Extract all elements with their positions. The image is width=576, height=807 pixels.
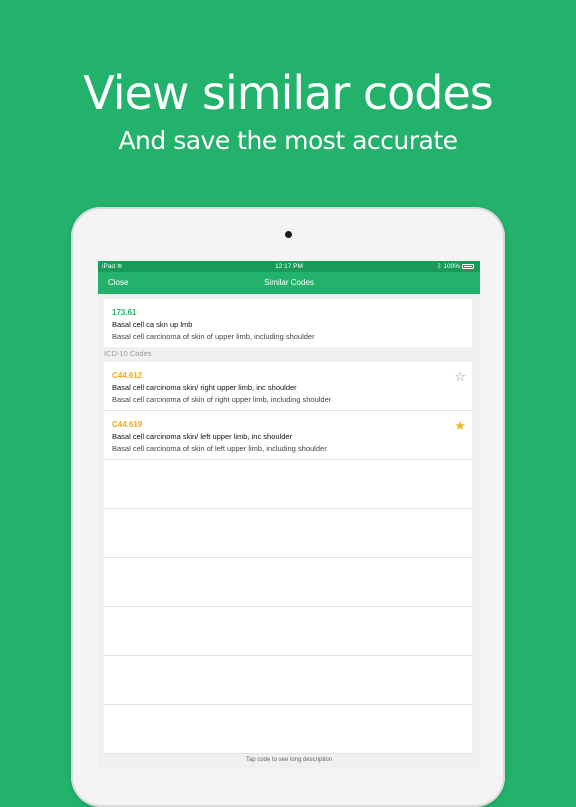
code-short-desc: Basal cell carcinoma skin/ left upper li… (112, 432, 293, 441)
empty-row (104, 460, 472, 509)
code-long-desc: Basal cell carcinoma of skin of right up… (112, 395, 332, 404)
battery-status: ᛒ 100% (437, 261, 474, 272)
empty-row (104, 558, 472, 607)
battery-icon (462, 264, 474, 269)
code-number: C44.619 (112, 420, 143, 429)
content-area: 173.61 Basal cell ca skn up lmb Basal ce… (98, 294, 480, 768)
app-screen: iPad ≋ 12:17 PM ᛒ 100% Close Similar Cod… (98, 261, 480, 768)
star-filled-icon[interactable]: ★ (454, 419, 466, 432)
bluetooth-icon: ᛒ (437, 263, 442, 270)
primary-short-desc: Basal cell ca skn up lmb (112, 320, 193, 329)
battery-percent: 100% (443, 263, 460, 270)
empty-row (104, 607, 472, 656)
code-short-desc: Basal cell carcinoma skin/ right upper l… (112, 383, 297, 392)
camera-dot (285, 231, 292, 238)
empty-row (104, 509, 472, 558)
primary-code: 173.61 (112, 308, 137, 317)
status-time: 12:17 PM (275, 263, 303, 270)
code-long-desc: Basal cell carcinoma of skin of left upp… (112, 444, 327, 453)
status-bar: iPad ≋ 12:17 PM ᛒ 100% (98, 261, 480, 272)
code-row[interactable]: C44.619 Basal cell carcinoma skin/ left … (104, 411, 472, 460)
footer-hint: Tap code to see long description (245, 757, 333, 763)
primary-long-desc: Basal cell carcinoma of skin of upper li… (112, 332, 315, 341)
promo-headline: View similar codes (83, 66, 494, 120)
code-row[interactable]: C44.612 Basal cell carcinoma skin/ right… (104, 362, 472, 411)
star-outline-icon[interactable]: ☆ (454, 370, 466, 383)
nav-title: Similar Codes (264, 278, 314, 287)
empty-row (104, 705, 472, 754)
empty-row (104, 656, 472, 705)
navigation-bar: Close Similar Codes (98, 272, 480, 294)
code-number: C44.612 (112, 371, 143, 380)
primary-code-row[interactable]: 173.61 Basal cell ca skn up lmb Basal ce… (104, 299, 472, 347)
section-header-icd10: ICD-10 Codes (104, 349, 152, 358)
promo-subheadline: And save the most accurate (118, 126, 458, 155)
